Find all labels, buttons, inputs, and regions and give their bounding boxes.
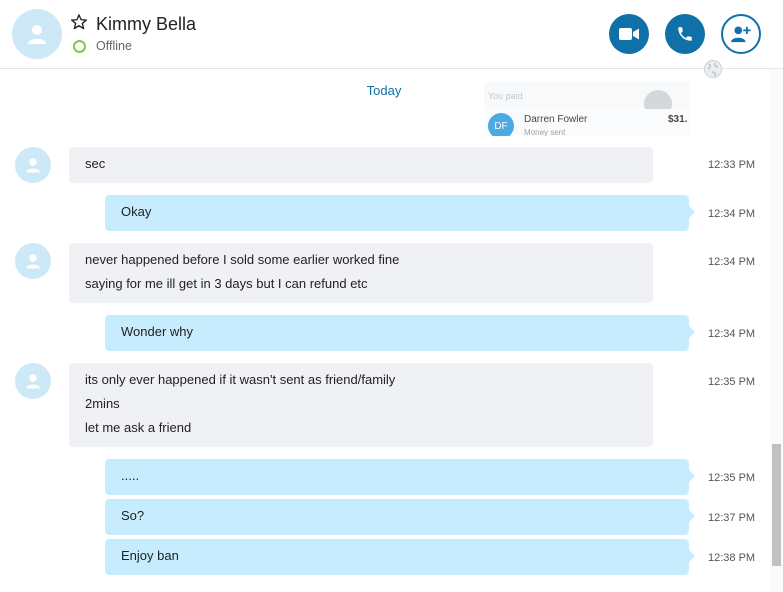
payee-name: Darren Fowler <box>524 114 588 125</box>
message-bubble-outgoing[interactable]: So? <box>105 499 695 535</box>
payment-amount: $31. <box>668 114 688 125</box>
payee-initials-avatar: DF <box>488 113 514 136</box>
video-camera-icon <box>619 28 639 40</box>
message-timestamp: 12:38 PM <box>708 552 756 564</box>
audio-call-button[interactable] <box>665 14 705 54</box>
chat-header: Kimmy Bella Offline <box>0 0 783 69</box>
scrollbar-thumb[interactable] <box>772 444 781 566</box>
contact-name[interactable]: Kimmy Bella <box>96 14 196 35</box>
star-outline-icon[interactable] <box>70 13 88 31</box>
message-text: let me ask a friend <box>85 420 192 435</box>
message-text: Wonder why <box>121 324 194 339</box>
presence-status-icon <box>73 40 86 53</box>
message-bubble-incoming[interactable]: never happened before I sold some earlie… <box>69 243 653 303</box>
person-icon <box>26 374 40 389</box>
message-text: its only ever happened if it wasn't sent… <box>85 372 396 387</box>
message-timestamp: 12:37 PM <box>708 512 756 524</box>
message-timestamp: 12:35 PM <box>708 472 756 484</box>
message-text: saying for me ill get in 3 days but I ca… <box>85 276 368 291</box>
video-call-button[interactable] <box>609 14 649 54</box>
presence-status-label: Offline <box>96 39 132 53</box>
message-bubble-outgoing[interactable]: Okay <box>105 195 695 231</box>
payment-status: Money sent <box>524 128 566 136</box>
sender-avatar[interactable] <box>15 363 51 399</box>
globe-icon <box>703 59 723 79</box>
person-icon <box>26 254 40 269</box>
payment-preview-card[interactable]: You paid DF Darren Fowler Money sent $31… <box>484 82 689 136</box>
message-text: Enjoy ban <box>121 548 179 563</box>
message-text: 2mins <box>85 396 120 411</box>
message-text: sec <box>85 156 106 171</box>
message-bubble-incoming[interactable]: its only ever happened if it wasn't sent… <box>69 363 653 447</box>
message-timestamp: 12:35 PM <box>708 376 756 388</box>
person-icon <box>28 25 46 44</box>
add-person-icon <box>731 26 751 43</box>
preview-faded-label: You paid <box>488 91 523 101</box>
message-timestamp: 12:34 PM <box>708 208 756 220</box>
message-text: So? <box>121 508 145 523</box>
message-bubble-outgoing[interactable]: Enjoy ban <box>105 539 695 575</box>
message-timestamp: 12:34 PM <box>708 256 756 268</box>
sender-avatar[interactable] <box>15 147 51 183</box>
person-icon <box>26 158 40 173</box>
message-text: Okay <box>121 204 152 219</box>
message-bubble-outgoing[interactable]: Wonder why <box>105 315 695 351</box>
message-text: ..... <box>121 468 140 483</box>
message-bubble-incoming[interactable]: sec <box>69 147 653 183</box>
contact-avatar[interactable] <box>12 9 62 59</box>
message-timestamp: 12:34 PM <box>708 328 756 340</box>
message-bubble-outgoing[interactable]: ..... <box>105 459 695 495</box>
message-timestamp: 12:33 PM <box>708 159 756 171</box>
message-text: never happened before I sold some earlie… <box>85 252 400 267</box>
add-participant-button[interactable] <box>721 14 761 54</box>
phone-icon <box>678 27 692 41</box>
sender-avatar[interactable] <box>15 243 51 279</box>
